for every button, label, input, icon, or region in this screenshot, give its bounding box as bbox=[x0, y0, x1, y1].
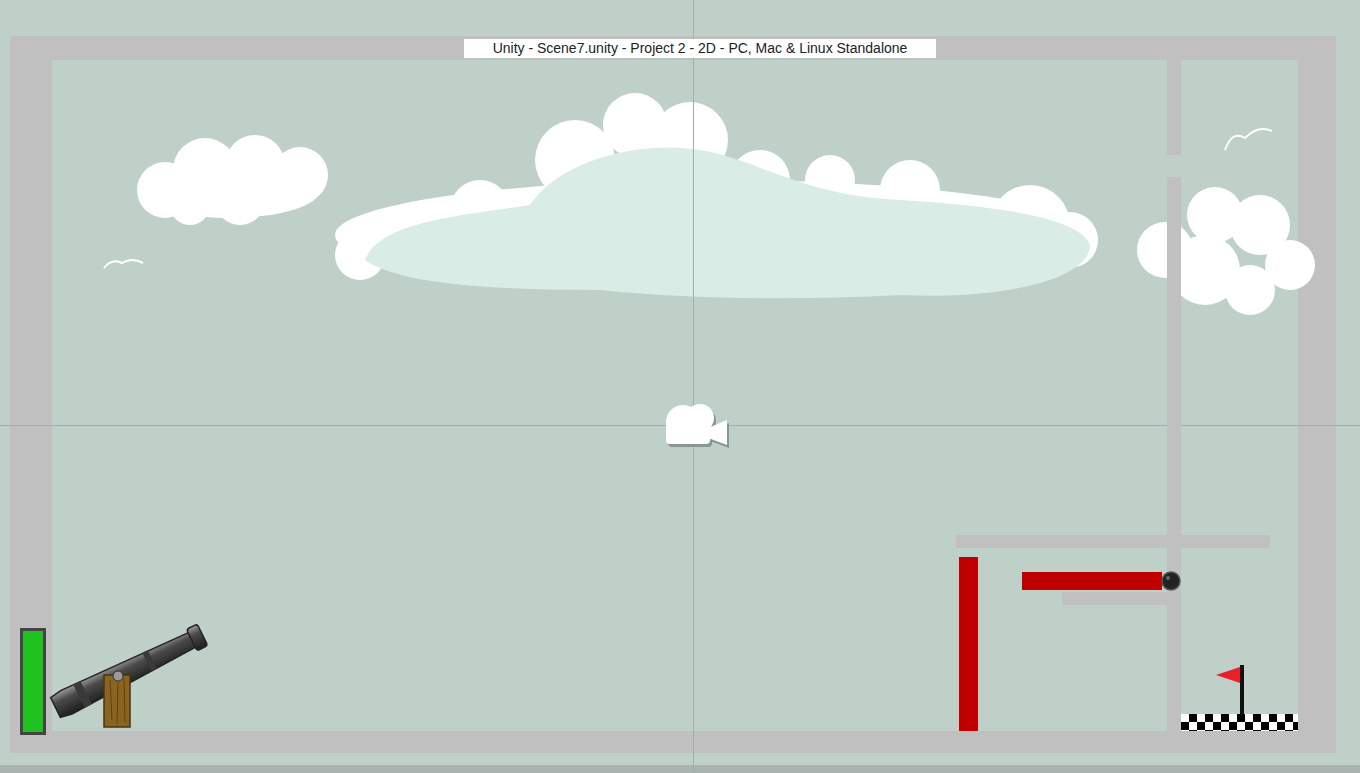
red-post bbox=[959, 557, 978, 731]
cannon-icon bbox=[50, 624, 209, 727]
right-wall bbox=[1298, 36, 1336, 753]
inner-wall bbox=[1167, 177, 1181, 731]
scenery bbox=[0, 0, 1360, 773]
bird-icon bbox=[1225, 129, 1272, 150]
cloud-icon bbox=[1137, 187, 1315, 315]
shelf bbox=[956, 535, 1270, 548]
power-meter-fill bbox=[23, 631, 43, 732]
upper-wall bbox=[1167, 60, 1181, 155]
power-meter bbox=[20, 628, 46, 735]
ledge bbox=[1062, 592, 1168, 605]
floor bbox=[10, 731, 1336, 753]
flag-icon bbox=[1214, 663, 1248, 715]
bottom-strip bbox=[0, 765, 1360, 773]
red-plank bbox=[1022, 572, 1162, 590]
bird-icon bbox=[104, 260, 143, 268]
camera-icon bbox=[666, 404, 729, 448]
finish-line bbox=[1181, 714, 1298, 731]
ball-icon bbox=[1160, 570, 1182, 592]
scene-view[interactable]: Unity - Scene7.unity - Project 2 - 2D - … bbox=[0, 0, 1360, 773]
cloud-icon bbox=[137, 135, 328, 225]
cloud-icon bbox=[335, 93, 1098, 298]
window-title: Unity - Scene7.unity - Project 2 - 2D - … bbox=[464, 39, 936, 58]
